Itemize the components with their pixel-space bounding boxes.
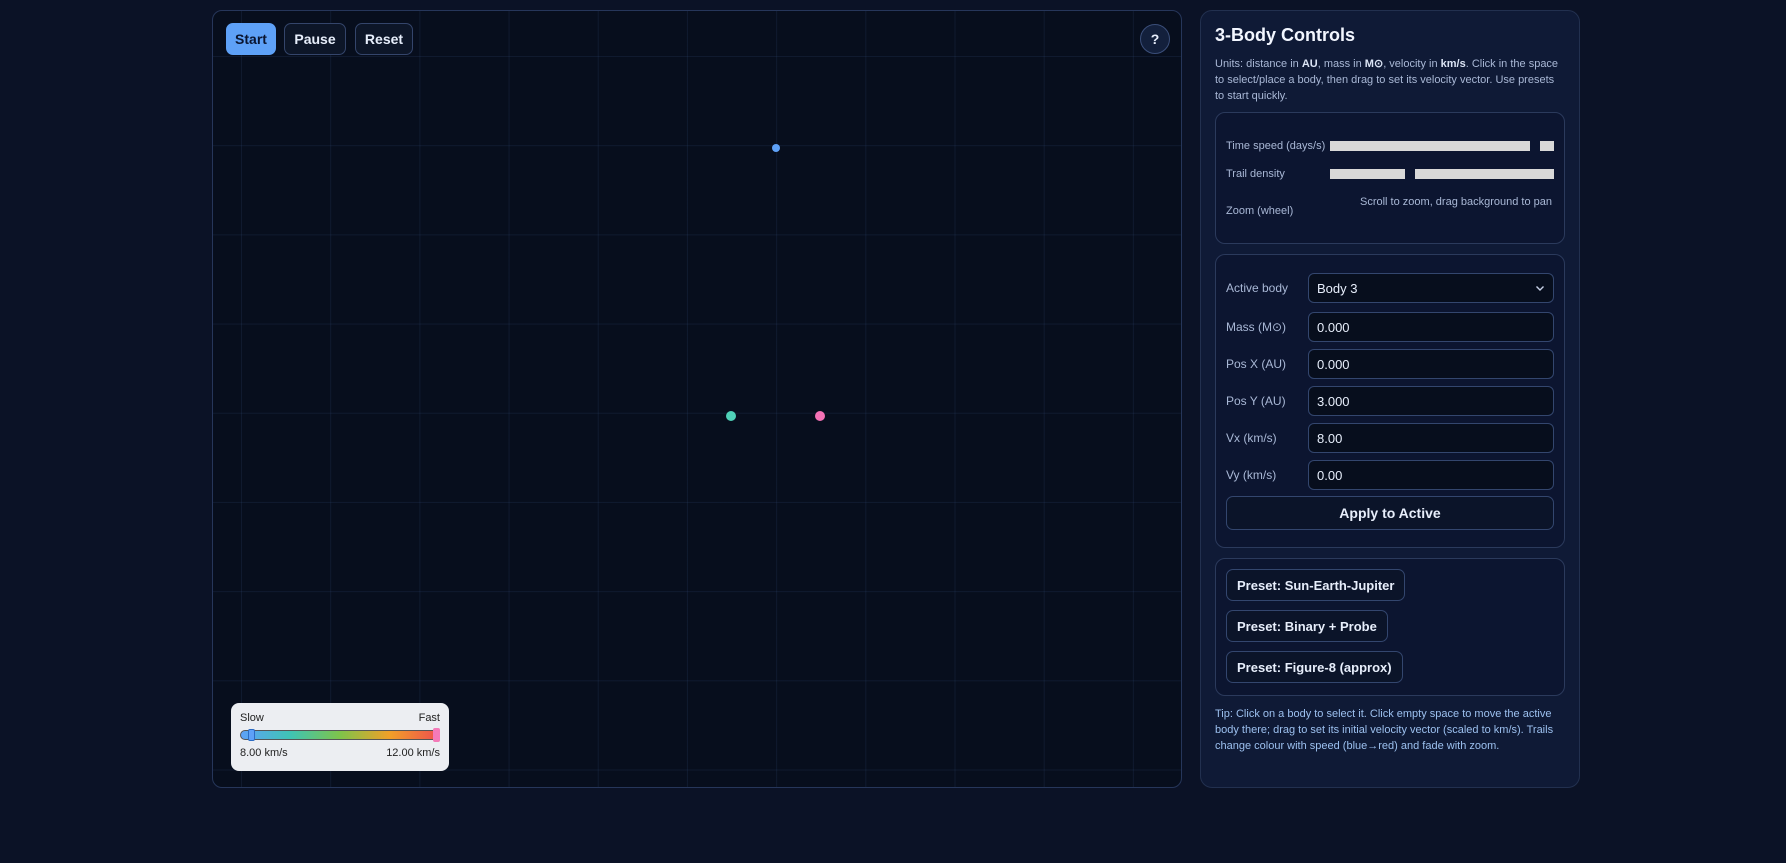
trail-density-slider-thumb[interactable] xyxy=(1405,168,1415,180)
reset-button[interactable]: Reset xyxy=(355,23,413,55)
trail-density-label: Trail density xyxy=(1226,167,1285,180)
body-3-marker[interactable] xyxy=(772,144,780,152)
controls-panel: 3-Body Controls Units: distance in AU, m… xyxy=(1200,10,1580,788)
pos-x-input[interactable]: 0.000 xyxy=(1308,349,1554,379)
legend-min-value: 8.00 km/s xyxy=(240,747,288,759)
mass-input[interactable]: 0.000 xyxy=(1308,312,1554,342)
start-button[interactable]: Start xyxy=(226,23,276,55)
preset-sun-earth-jupiter-button[interactable]: Preset: Sun-Earth-Jupiter xyxy=(1226,569,1406,601)
pos-y-label: Pos Y (AU) xyxy=(1226,394,1286,408)
vx-label: Vx (km/s) xyxy=(1226,431,1277,445)
trail-density-slider[interactable] xyxy=(1330,168,1554,180)
active-body-value: Body 3 xyxy=(1317,280,1358,296)
apply-to-active-button[interactable]: Apply to Active xyxy=(1226,496,1554,530)
body-1-marker[interactable] xyxy=(726,411,736,421)
pause-button[interactable]: Pause xyxy=(284,23,346,55)
simulation-canvas[interactable]: Start Pause Reset ? Slow Fast 8.00 km/s … xyxy=(212,10,1182,788)
time-speed-slider[interactable] xyxy=(1330,140,1554,152)
time-speed-label: Time speed (days/s) xyxy=(1226,139,1326,152)
simulation-settings-card: Time speed (days/s) Trail density Zoom (… xyxy=(1215,112,1565,244)
vx-input[interactable]: 8.00 xyxy=(1308,423,1554,453)
preset-figure-8-button[interactable]: Preset: Figure-8 (approx) xyxy=(1226,651,1403,683)
legend-max-marker xyxy=(433,728,440,742)
tip-text: Tip: Click on a body to select it. Click… xyxy=(1215,708,1554,752)
vy-input[interactable]: 0.00 xyxy=(1308,460,1554,490)
legend-gradient-bar xyxy=(240,728,440,742)
active-body-select[interactable]: Body 3 xyxy=(1308,273,1554,303)
help-button[interactable]: ? xyxy=(1140,24,1170,54)
presets-card: Preset: Sun-Earth-Jupiter Preset: Binary… xyxy=(1215,558,1565,696)
zoom-label: Zoom (wheel) xyxy=(1226,204,1294,217)
pos-y-input[interactable]: 3.000 xyxy=(1308,386,1554,416)
chevron-down-icon xyxy=(1535,283,1545,293)
time-speed-slider-thumb[interactable] xyxy=(1530,140,1540,152)
speed-color-legend: Slow Fast 8.00 km/s 12.00 km/s xyxy=(231,703,449,771)
legend-fast-label: Fast xyxy=(418,712,440,724)
legend-max-value: 12.00 km/s xyxy=(386,747,440,759)
pos-x-label: Pos X (AU) xyxy=(1226,357,1287,371)
legend-slow-label: Slow xyxy=(240,712,264,724)
panel-intro: Units: distance in AU, mass in M⊙, veloc… xyxy=(1215,58,1559,102)
panel-title: 3-Body Controls xyxy=(1215,25,1356,45)
active-body-card: Active body Body 3 Mass (M⊙) 0.000 Pos X… xyxy=(1215,254,1565,548)
legend-gradient xyxy=(240,730,440,740)
vy-label: Vy (km/s) xyxy=(1226,468,1277,482)
body-2-marker[interactable] xyxy=(815,411,825,421)
mass-label: Mass (M⊙) xyxy=(1226,320,1287,334)
legend-min-marker xyxy=(248,729,255,741)
preset-binary-probe-button[interactable]: Preset: Binary + Probe xyxy=(1226,610,1388,642)
active-body-label: Active body xyxy=(1226,281,1289,295)
zoom-hint: Scroll to zoom, drag background to pan xyxy=(1360,196,1553,208)
